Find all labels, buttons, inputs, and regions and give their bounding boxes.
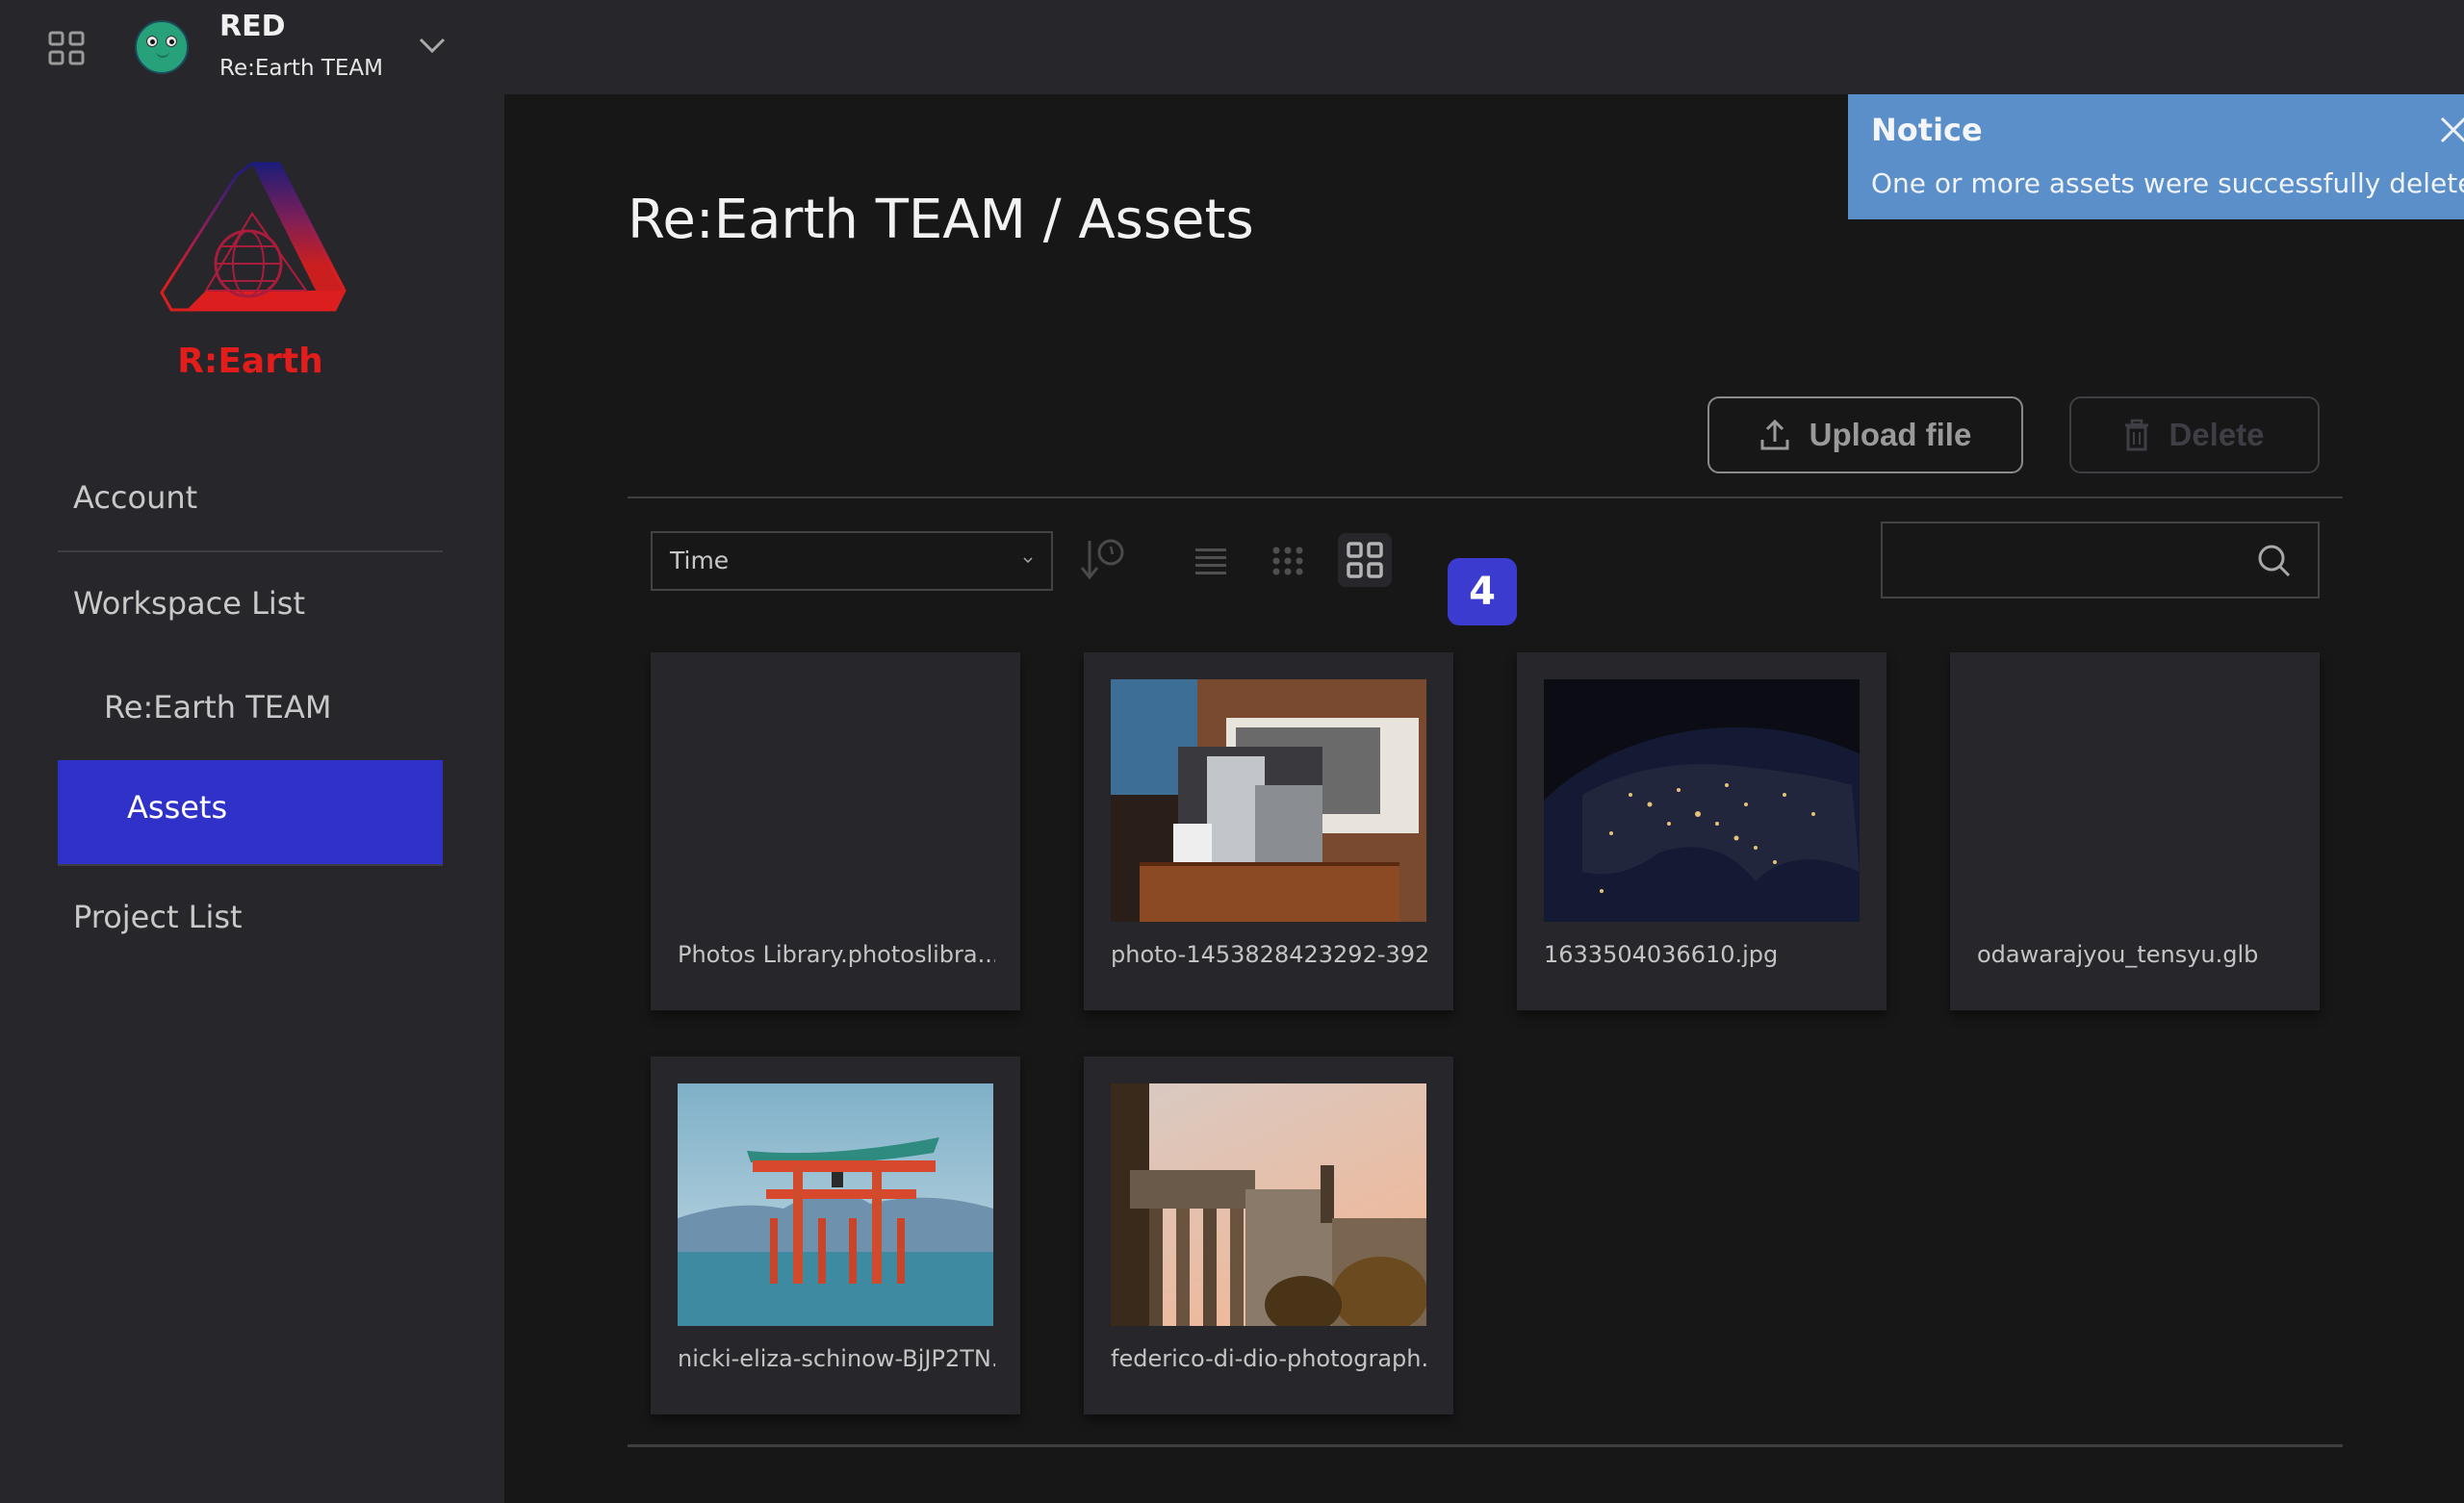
count-badge: 4 [1448, 558, 1517, 625]
avatar-eye-icon [166, 36, 177, 47]
page-title: Re:Earth TEAM / Assets [628, 189, 1254, 251]
notice-title: Notice [1871, 112, 1983, 148]
top-header: RED Re:Earth TEAM [0, 0, 2464, 94]
asset-card[interactable]: 1633504036610.jpg [1517, 652, 1886, 1010]
asset-card[interactable]: Photos Library.photoslibra... [651, 652, 1020, 1010]
sort-by-time-icon[interactable] [1080, 539, 1126, 581]
asset-name: 1633504036610.jpg [1544, 941, 1779, 968]
sidebar-divider [58, 864, 443, 866]
asset-thumbnail-image [1111, 679, 1426, 922]
sidebar-item-workspace[interactable]: Re:Earth TEAM [104, 689, 332, 726]
sidebar-item-assets[interactable]: Assets [58, 760, 443, 864]
sidebar-divider [58, 550, 443, 552]
upload-file-button[interactable]: Upload file [1707, 396, 2023, 473]
search-box[interactable] [1881, 522, 2320, 599]
close-icon[interactable] [2437, 114, 2464, 146]
chevron-down-icon [1023, 557, 1033, 564]
apps-grid-icon[interactable] [48, 31, 85, 65]
sort-select-value: Time [670, 547, 730, 574]
asset-card[interactable]: nicki-eliza-schinow-BjJP2TN... [651, 1057, 1020, 1414]
asset-name: odawarajyou_tensyu.glb [1977, 941, 2259, 968]
upload-file-label: Upload file [1809, 417, 1972, 452]
sidebar-item-account[interactable]: Account [73, 479, 197, 516]
trash-icon [2125, 419, 2149, 451]
asset-thumbnail-image [1111, 1083, 1426, 1326]
notice-message: One or more assets were successfully del… [1871, 167, 2464, 199]
upload-icon [1760, 419, 1789, 450]
logo-text: R:Earth [177, 342, 323, 381]
large-grid-view-button[interactable] [1338, 533, 1392, 587]
user-name: RED [219, 10, 286, 43]
avatar-smile-icon [156, 51, 169, 58]
avatar[interactable] [135, 20, 189, 74]
workspace-name: Re:Earth TEAM [219, 56, 383, 81]
delete-button[interactable]: Delete [2069, 396, 2320, 473]
search-icon[interactable] [2256, 543, 2293, 579]
large-grid-view-icon [1347, 542, 1383, 578]
asset-name: nicki-eliza-schinow-BjJP2TN... [678, 1345, 995, 1372]
asset-name: photo-1453828423292-392a... [1111, 941, 1428, 968]
notice-toast: Notice One or more assets were successfu… [1848, 94, 2464, 219]
sidebar-item-assets-label: Assets [127, 789, 228, 826]
asset-card[interactable]: odawarajyou_tensyu.glb [1950, 652, 2320, 1010]
asset-thumbnail-image [1544, 679, 1860, 922]
avatar-eye-icon [146, 36, 158, 47]
asset-name: Photos Library.photoslibra... [678, 941, 995, 968]
delete-label: Delete [2169, 417, 2265, 452]
asset-name: federico-di-dio-photograph... [1111, 1345, 1428, 1372]
reearth-logo[interactable]: R:Earth [152, 156, 348, 381]
asset-thumbnail-image [678, 1083, 993, 1326]
list-view-icon[interactable] [1194, 545, 1228, 577]
sidebar-item-project-list[interactable]: Project List [73, 899, 243, 935]
search-input[interactable] [1883, 523, 2248, 597]
asset-card[interactable]: federico-di-dio-photograph... [1084, 1057, 1453, 1414]
asset-card[interactable]: photo-1453828423292-392a... [1084, 652, 1453, 1010]
grid-bottom-divider [628, 1444, 2343, 1447]
chevron-down-icon[interactable] [418, 35, 447, 56]
toolbar-divider [628, 497, 2343, 498]
sidebar-item-workspace-list[interactable]: Workspace List [73, 585, 305, 622]
sort-select[interactable]: Time [651, 531, 1053, 591]
small-grid-view-icon[interactable] [1270, 545, 1305, 577]
